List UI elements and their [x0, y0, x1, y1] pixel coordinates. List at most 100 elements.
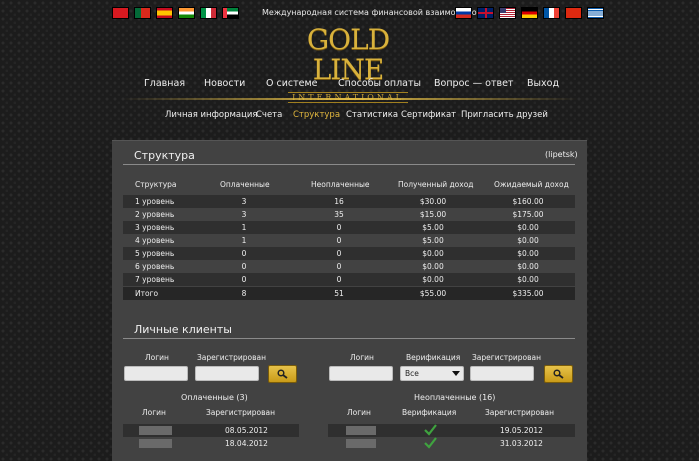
- chevron-down-icon: [452, 371, 460, 376]
- gold-line-logo[interactable]: GOLD LINE INTERNATIONAL: [268, 25, 428, 104]
- nav-faq[interactable]: Вопрос — ответ: [434, 78, 513, 89]
- th-paid: Оплаченные: [220, 180, 270, 189]
- row-paid: 1: [241, 236, 247, 245]
- unpaid-verification-label: Верификация: [406, 353, 461, 362]
- language-flags-right: [456, 8, 603, 18]
- row-expected: $0.00: [517, 223, 539, 232]
- row-expected: $0.00: [517, 275, 539, 284]
- paid-list-title: Оплаченные (3): [181, 393, 248, 402]
- unpaid-item-date: 19.05.2012: [500, 426, 543, 435]
- row-expected: $0.00: [517, 236, 539, 245]
- portugal-flag-icon[interactable]: [135, 8, 150, 18]
- table-total-row: Итого 8 51 $55.00 $335.00: [123, 287, 575, 300]
- th-expected-income: Ожидаемый доход: [494, 180, 569, 189]
- uae-flag-icon[interactable]: [223, 8, 238, 18]
- search-icon: [277, 369, 288, 379]
- logo-main-text: GOLD LINE: [306, 23, 390, 86]
- search-icon: [553, 369, 564, 379]
- main-nav: Главная Новости О системе Способы оплаты…: [0, 78, 699, 92]
- paid-login-input[interactable]: [124, 366, 188, 381]
- subnav-structure[interactable]: Структура: [293, 110, 340, 120]
- subnav-statistics[interactable]: Статистика: [346, 110, 398, 120]
- row-unpaid: 0: [336, 275, 342, 284]
- row-unpaid: 0: [336, 223, 342, 232]
- india-flag-icon[interactable]: [179, 8, 194, 18]
- nav-about[interactable]: О системе: [266, 78, 318, 89]
- th-received-income: Полученный доход: [398, 180, 474, 189]
- subnav-certificate[interactable]: Сертификат: [401, 110, 456, 120]
- unpaid-search-button[interactable]: [544, 365, 573, 383]
- row-received: $5.00: [422, 236, 444, 245]
- subnav-invite-friends[interactable]: Пригласить друзей: [461, 110, 548, 120]
- table-row: 6 уровень 0 0 $0.00 $0.00: [123, 260, 575, 273]
- paid-list-item[interactable]: 08.05.2012: [123, 424, 299, 437]
- russia-flag-icon[interactable]: [456, 8, 471, 18]
- paid-registered-label: Зарегистрирован: [197, 353, 266, 362]
- table-row: 5 уровень 0 0 $0.00 $0.00: [123, 247, 575, 260]
- row-received: $0.00: [422, 262, 444, 271]
- paid-th-registered: Зарегистрирован: [206, 408, 275, 417]
- row-expected: $175.00: [512, 210, 544, 219]
- row-expected: $0.00: [517, 249, 539, 258]
- paid-registered-input[interactable]: [195, 366, 259, 381]
- row-received: $5.00: [422, 223, 444, 232]
- uk-flag-icon[interactable]: [478, 8, 493, 18]
- nav-news[interactable]: Новости: [204, 78, 245, 89]
- hidden-login: [346, 426, 376, 435]
- check-icon: [424, 437, 437, 449]
- unpaid-login-input[interactable]: [329, 366, 393, 381]
- subnav-personal-info[interactable]: Личная информация: [165, 110, 258, 120]
- unpaid-registered-input[interactable]: [470, 366, 534, 381]
- unpaid-list-item[interactable]: 19.05.2012: [328, 424, 575, 437]
- nav-home[interactable]: Главная: [144, 78, 185, 89]
- paid-list-item[interactable]: 18.04.2012: [123, 437, 299, 450]
- paid-item-date: 18.04.2012: [225, 439, 268, 448]
- row-received: $15.00: [419, 210, 447, 219]
- spain-flag-icon[interactable]: [157, 8, 172, 18]
- china-flag-icon[interactable]: [566, 8, 581, 18]
- structure-title: Структура: [134, 149, 195, 162]
- row-level: 2 уровень: [135, 210, 175, 219]
- germany-flag-icon[interactable]: [522, 8, 537, 18]
- verification-select[interactable]: Все: [400, 366, 464, 381]
- paid-login-label: Логин: [145, 353, 169, 362]
- row-received: $30.00: [419, 197, 447, 206]
- table-row: 7 уровень 0 0 $0.00 $0.00: [123, 273, 575, 286]
- check-icon: [424, 424, 437, 436]
- row-expected: $160.00: [512, 197, 544, 206]
- unpaid-login-label: Логин: [350, 353, 374, 362]
- row-paid: 1: [241, 223, 247, 232]
- clients-title: Личные клиенты: [134, 323, 232, 336]
- hidden-login: [139, 439, 172, 448]
- hidden-login: [346, 439, 376, 448]
- total-paid: 8: [241, 289, 247, 298]
- row-received: $0.00: [422, 249, 444, 258]
- unpaid-list-item[interactable]: 31.03.2012: [328, 437, 575, 450]
- row-unpaid: 16: [334, 197, 344, 206]
- subnav-accounts[interactable]: Счета: [256, 110, 282, 120]
- table-row: 2 уровень 3 35 $15.00 $175.00: [123, 208, 575, 221]
- total-label: Итого: [135, 289, 159, 298]
- france-flag-icon[interactable]: [544, 8, 559, 18]
- turkey-flag-icon[interactable]: [113, 8, 128, 18]
- row-level: 5 уровень: [135, 249, 175, 258]
- row-level: 1 уровень: [135, 197, 175, 206]
- row-paid: 0: [241, 275, 247, 284]
- nav-payment-methods[interactable]: Способы оплаты: [338, 78, 421, 89]
- hidden-login: [139, 426, 172, 435]
- row-unpaid: 0: [336, 262, 342, 271]
- language-flags-left: [113, 8, 238, 18]
- unpaid-th-registered: Зарегистрирован: [485, 408, 554, 417]
- row-unpaid: 0: [336, 236, 342, 245]
- nav-logout[interactable]: Выход: [527, 78, 559, 89]
- row-level: 7 уровень: [135, 275, 175, 284]
- row-paid: 3: [241, 197, 247, 206]
- row-paid: 0: [241, 249, 247, 258]
- structure-divider: [123, 164, 575, 165]
- greece-flag-icon[interactable]: [588, 8, 603, 18]
- usa-flag-icon[interactable]: [500, 8, 515, 18]
- paid-search-button[interactable]: [268, 365, 297, 383]
- verification-select-value: Все: [405, 369, 419, 378]
- italy-flag-icon[interactable]: [201, 8, 216, 18]
- table-row: 1 уровень 3 16 $30.00 $160.00: [123, 195, 575, 208]
